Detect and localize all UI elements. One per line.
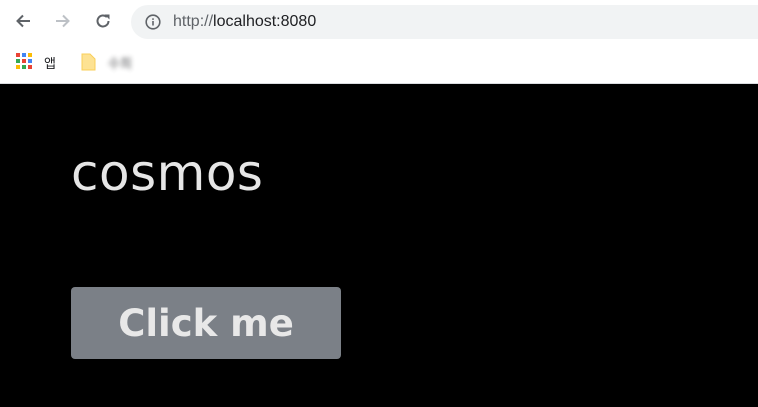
apps-grid-icon[interactable] (16, 53, 32, 69)
back-arrow-icon[interactable] (10, 8, 36, 34)
page-content: cosmos Click me (0, 85, 758, 407)
forward-arrow-icon[interactable] (50, 8, 76, 34)
bookmark-folder-label[interactable]: 수희 (108, 53, 132, 72)
url-host: localhost:8080 (213, 13, 317, 30)
page-title: cosmos (71, 144, 264, 202)
bookmark-apps-label[interactable]: 앱 (44, 53, 56, 72)
reload-icon[interactable] (90, 8, 116, 34)
url-text: http://localhost:8080 (173, 13, 316, 31)
bookmarks-bar: 앱 수희 (0, 44, 758, 84)
browser-toolbar: http://localhost:8080 (0, 0, 758, 44)
url-scheme: http:// (173, 13, 214, 30)
info-icon[interactable] (145, 14, 161, 30)
address-bar[interactable]: http://localhost:8080 (131, 5, 758, 39)
folder-icon[interactable] (81, 53, 96, 71)
click-me-button[interactable]: Click me (71, 287, 341, 359)
